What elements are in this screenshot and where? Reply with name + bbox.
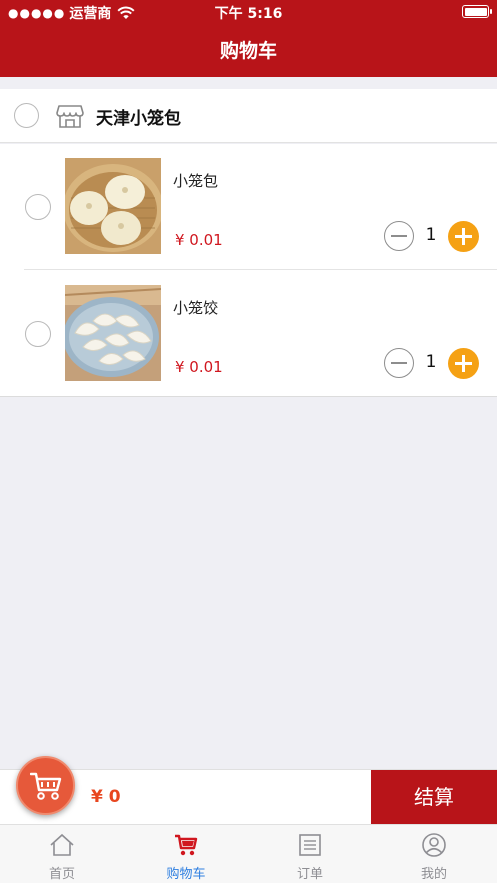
tab-orders[interactable]: 订单 bbox=[248, 825, 372, 883]
tab-label: 购物车 bbox=[166, 867, 206, 882]
status-bar: ●●●●● 运营商 下午 5:16 bbox=[0, 0, 497, 24]
home-icon bbox=[50, 833, 74, 856]
increase-quantity-button[interactable] bbox=[448, 348, 479, 379]
shop-name: 天津小笼包 bbox=[96, 109, 181, 129]
quantity-value: 1 bbox=[425, 352, 437, 372]
orders-icon bbox=[299, 834, 321, 856]
item-price: ¥ 0.01 bbox=[175, 358, 223, 376]
decrease-quantity-button[interactable] bbox=[384, 348, 414, 378]
store-icon bbox=[56, 105, 84, 128]
item-name: 小笼饺 bbox=[173, 299, 219, 317]
tab-profile[interactable]: 我的 bbox=[372, 825, 496, 883]
cart-icon bbox=[30, 772, 62, 800]
decrease-quantity-button[interactable] bbox=[384, 221, 414, 251]
divider bbox=[24, 269, 497, 270]
cart-item: 小笼包 ¥ 0.01 1 bbox=[0, 144, 497, 270]
item-price: ¥ 0.01 bbox=[175, 231, 223, 249]
tab-home[interactable]: 首页 bbox=[0, 825, 124, 883]
shop-header: 天津小笼包 bbox=[0, 89, 497, 143]
shop-select-radio[interactable] bbox=[14, 103, 39, 128]
item-select-radio[interactable] bbox=[25, 321, 51, 347]
checkout-bar: ¥ 0 结算 bbox=[0, 769, 497, 825]
battery-icon bbox=[462, 5, 492, 18]
header: ●●●●● 运营商 下午 5:16 购物车 bbox=[0, 0, 497, 77]
tab-bar: 首页 购物车 订单 我的 bbox=[0, 824, 497, 883]
dumplings-photo bbox=[65, 285, 161, 381]
tab-cart[interactable]: 购物车 bbox=[124, 825, 248, 883]
status-time: 下午 5:16 bbox=[214, 6, 283, 22]
increase-quantity-button[interactable] bbox=[448, 221, 479, 252]
tab-label: 我的 bbox=[420, 867, 447, 882]
checkout-button[interactable]: 结算 bbox=[371, 770, 497, 825]
cart-icon bbox=[175, 834, 198, 856]
tab-label: 订单 bbox=[296, 867, 323, 882]
cart-item: 小笼饺 ¥ 0.01 1 bbox=[0, 271, 497, 397]
cart-button[interactable] bbox=[16, 756, 75, 815]
quantity-value: 1 bbox=[425, 225, 437, 245]
item-select-radio[interactable] bbox=[25, 194, 51, 220]
cart-items-list: 小笼包 ¥ 0.01 1 小笼饺 ¥ 0.01 1 bbox=[0, 144, 497, 397]
total-price: ¥ 0 bbox=[91, 787, 121, 807]
item-name: 小笼包 bbox=[173, 172, 219, 190]
page-title: 购物车 bbox=[219, 40, 277, 62]
item-image[interactable] bbox=[65, 158, 161, 254]
tab-label: 首页 bbox=[48, 867, 75, 882]
profile-icon bbox=[422, 833, 446, 857]
steamed-buns-photo bbox=[65, 158, 161, 254]
item-image[interactable] bbox=[65, 285, 161, 381]
